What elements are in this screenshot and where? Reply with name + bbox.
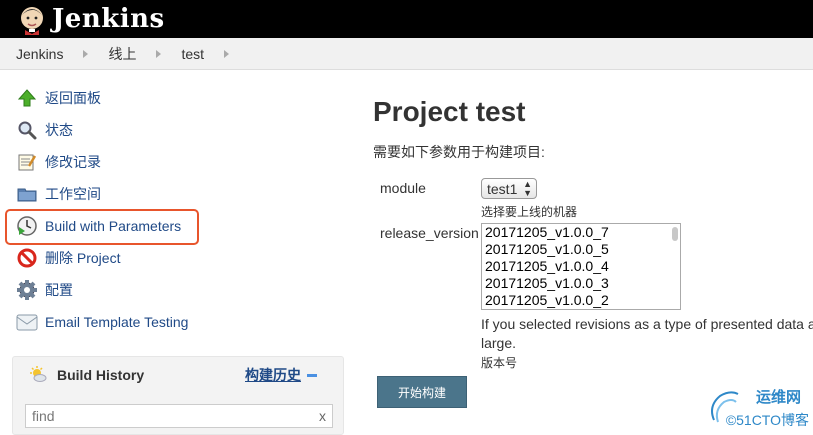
breadcrumb-arrow-icon[interactable] [224, 49, 230, 58]
app-title[interactable]: Jenkins [52, 4, 165, 34]
search-placeholder: find [32, 408, 55, 424]
help-line: If you selected revisions as a type of p… [481, 316, 813, 332]
main-content: Project test 需要如下参数用于构建项目: module test1 … [373, 70, 813, 408]
build-history-panel: Build History 构建历史 find x [12, 356, 344, 435]
list-option[interactable]: 20171205_v1.0.0_7 [482, 224, 680, 241]
magnifier-icon [16, 119, 38, 141]
list-option[interactable]: 20171205_v1.0.0_3 [482, 275, 680, 292]
watermark-line2: ©51CTO博客 [725, 412, 809, 428]
task-status[interactable]: 状态 [0, 114, 350, 146]
module-hint: 选择要上线的机器 [481, 205, 578, 219]
gear-icon [16, 279, 38, 301]
collapse-icon[interactable] [307, 373, 317, 377]
module-selected-value: test1 [487, 180, 518, 197]
select-arrows-icon: ▲ ▼ [523, 178, 532, 198]
sidebar: 返回面板 状态 修改记录 工作空间 Build with Parameters [0, 70, 350, 338]
task-label: 配置 [45, 282, 73, 298]
top-header: Jenkins [0, 0, 813, 38]
up-arrow-icon [16, 87, 38, 109]
release-version-listbox[interactable]: 20171205_v1.0.0_7 20171205_v1.0.0_5 2017… [481, 223, 681, 310]
help-line: large. [481, 335, 517, 351]
param-label-module: module [380, 180, 426, 196]
task-workspace[interactable]: 工作空间 [0, 178, 350, 210]
task-back-to-dashboard[interactable]: 返回面板 [0, 82, 350, 114]
highlight-annotation [5, 209, 199, 245]
build-history-header: Build History 构建历史 [13, 357, 343, 393]
list-option[interactable]: 20171205_v1.0.0_4 [482, 258, 680, 275]
watermark: 运维网 ©51CTO博客 [706, 386, 813, 435]
task-configure[interactable]: 配置 [0, 274, 350, 306]
breadcrumb-arrow-icon[interactable] [156, 49, 162, 58]
breadcrumb-arrow-icon[interactable] [83, 49, 89, 58]
breadcrumb-jenkins[interactable]: Jenkins [16, 46, 63, 62]
list-option[interactable]: 20171205_v1.0.0_2 [482, 292, 680, 309]
module-select[interactable]: test1 ▲ ▼ [481, 178, 537, 199]
task-label: 状态 [45, 122, 73, 138]
task-label: 工作空间 [45, 186, 101, 202]
task-email-template-testing[interactable]: Email Template Testing [0, 306, 350, 338]
build-history-title: Build History [57, 367, 145, 383]
release-version-hint: 版本号 [481, 356, 518, 370]
watermark-line1: 运维网 [755, 389, 801, 406]
task-changes[interactable]: 修改记录 [0, 146, 350, 178]
clear-search-icon[interactable]: x [319, 408, 326, 424]
notepad-icon [16, 151, 38, 173]
breadcrumb: Jenkins 线上 test [0, 38, 813, 70]
envelope-icon [16, 311, 38, 333]
task-label: 返回面板 [45, 90, 101, 106]
build-button[interactable]: 开始构建 [377, 376, 467, 408]
release-version-help: If you selected revisions as a type of p… [481, 315, 813, 353]
page-description: 需要如下参数用于构建项目: [373, 144, 545, 160]
trend-link-label: 构建历史 [245, 367, 301, 383]
task-label: 修改记录 [45, 154, 101, 170]
build-history-trend-link[interactable]: 构建历史 [245, 365, 317, 385]
no-entry-icon [16, 247, 38, 269]
breadcrumb-project[interactable]: test [181, 46, 204, 62]
build-search-input[interactable]: find x [25, 404, 333, 428]
page-title: Project test [373, 96, 526, 127]
breadcrumb-folder[interactable]: 线上 [108, 44, 136, 64]
param-label-release-version: release_version [380, 225, 479, 241]
task-delete-project[interactable]: 删除 Project [0, 242, 350, 274]
task-list: 返回面板 状态 修改记录 工作空间 Build with Parameters [0, 70, 350, 338]
jenkins-butler-logo[interactable] [16, 3, 48, 35]
task-label: Email Template Testing [45, 314, 189, 330]
listbox-scrollbar[interactable] [672, 227, 678, 241]
weather-sunny-icon [29, 365, 47, 386]
task-label: 删除 Project [45, 250, 121, 266]
folder-icon [16, 183, 38, 205]
list-option[interactable]: 20171205_v1.0.0_5 [482, 241, 680, 258]
